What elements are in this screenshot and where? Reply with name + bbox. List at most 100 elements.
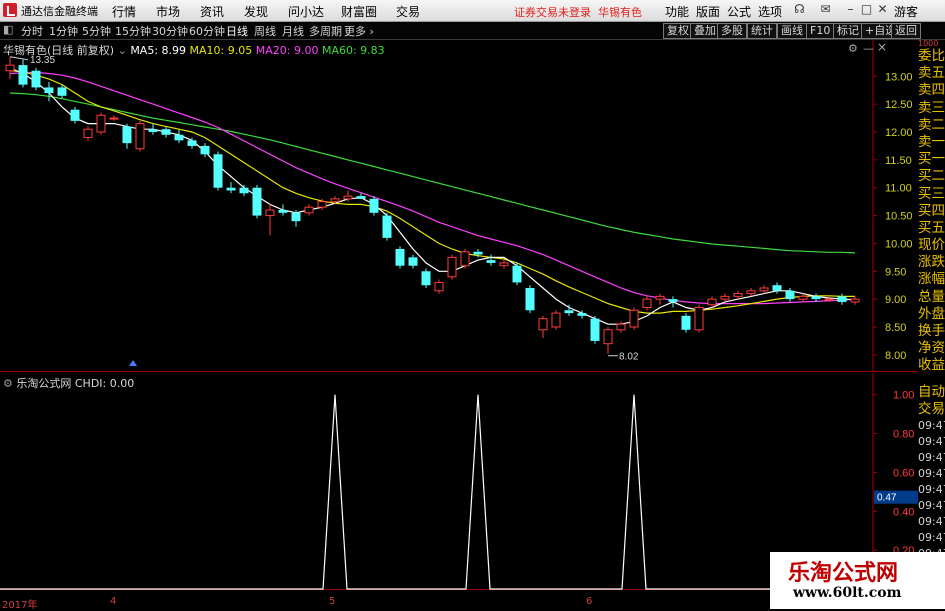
candle-body — [733, 293, 743, 297]
period-weekly[interactable]: 周线 — [254, 23, 276, 39]
period-30min[interactable]: 30分钟 — [152, 23, 188, 39]
multi-stock-button[interactable]: 多股 — [717, 23, 747, 39]
candle-body — [31, 70, 41, 88]
candle-body — [291, 212, 301, 222]
tick-time: 09:47 — [918, 467, 945, 481]
period-toolbar: ◧ 分时 1分钟 5分钟 15分钟 30分钟 60分钟 日线 周线 月线 多周期… — [0, 22, 945, 40]
indicator-legend: ⚙ 乐淘公式网 CHDI: 0.00 — [3, 375, 134, 391]
menu-ask[interactable]: 问小达 — [288, 3, 324, 20]
candle-body — [135, 123, 145, 150]
chart-minimize-icon[interactable]: — — [863, 42, 874, 55]
mail-icon[interactable]: ✉ — [818, 2, 833, 17]
period-multi[interactable]: 多周期 — [309, 23, 342, 39]
f10-button[interactable]: F10 — [806, 23, 835, 39]
indicator-settings-icon[interactable]: ⚙ — [3, 377, 13, 390]
candle-body — [681, 315, 691, 330]
period-tick[interactable]: 分时 — [21, 23, 43, 39]
time-axis: 2017年 4 5 6 — [0, 596, 770, 611]
period-more[interactable]: 更多 › — [344, 23, 374, 39]
auto-trade-label[interactable]: 自动 — [918, 384, 945, 401]
menu-options[interactable]: 选项 — [758, 3, 782, 20]
menu-news[interactable]: 资讯 — [200, 3, 224, 20]
chart-close-icon[interactable]: × — [877, 40, 887, 54]
menu-wealth[interactable]: 财富圈 — [341, 3, 377, 20]
quote-label: 买一 — [918, 151, 945, 168]
period-15min[interactable]: 15分钟 — [115, 23, 151, 39]
candle-body — [278, 210, 288, 213]
candle-body — [174, 134, 184, 141]
tick-time: 09:47 — [918, 515, 945, 529]
overlay-button[interactable]: 叠加 — [690, 23, 720, 39]
draw-button[interactable]: 画线 — [777, 23, 807, 39]
period-60min[interactable]: 60分钟 — [189, 23, 225, 39]
indicator-title: 乐淘公式网 — [16, 377, 72, 390]
quote-label: 卖三 — [918, 99, 945, 116]
period-5min[interactable]: 5分钟 — [82, 23, 111, 39]
candle — [174, 129, 184, 144]
candle — [83, 126, 93, 141]
menu-layout[interactable]: 版面 — [696, 3, 720, 20]
candle — [18, 59, 28, 88]
candle-body — [96, 114, 106, 133]
candle-body — [642, 298, 652, 308]
candle-body — [369, 198, 379, 213]
quote-label: 买五 — [918, 219, 945, 236]
candle-body — [486, 260, 496, 263]
candle-body — [239, 187, 249, 194]
stats-button[interactable]: 统计 — [747, 23, 777, 39]
candle-body — [187, 140, 197, 146]
candle — [395, 246, 405, 269]
menu-formula[interactable]: 公式 — [727, 3, 751, 20]
candle-body — [564, 310, 574, 314]
candle — [109, 115, 119, 121]
guest-user[interactable]: 游客 — [894, 3, 918, 20]
candle — [135, 120, 145, 152]
maximize-icon[interactable]: □ — [859, 2, 874, 17]
legend-ma60: MA60: 9.83 — [321, 44, 385, 57]
candle — [434, 279, 444, 294]
candle — [798, 293, 808, 302]
candle — [213, 151, 223, 191]
candle-body — [200, 145, 210, 155]
trade-login-status[interactable]: 证券交易未登录 华锡有色 — [514, 4, 642, 20]
adjust-button[interactable]: 复权 — [663, 23, 693, 39]
tick-time: 09:47 — [918, 435, 945, 449]
chart-settings-icon[interactable]: ⚙ — [848, 42, 858, 55]
menu-discover[interactable]: 发现 — [244, 3, 268, 20]
candle-body — [551, 312, 561, 328]
chart-title: 华锡有色(日线 前复权) — [3, 44, 115, 57]
tick-time: 09:47 — [918, 499, 945, 513]
candle-body — [330, 198, 340, 203]
candle-body — [317, 201, 327, 208]
candle — [460, 249, 470, 269]
menu-functions[interactable]: 功能 — [665, 3, 689, 20]
legend-ma10: MA10: 9.05 — [189, 44, 253, 57]
trade-label[interactable]: 交易 — [918, 401, 945, 418]
event-marker-icon — [129, 360, 137, 366]
menu-quotes[interactable]: 行情 — [112, 3, 136, 20]
candle — [694, 304, 704, 333]
legend-toggle-icon[interactable]: ⌄ — [118, 44, 127, 57]
watermark-url: www.60lt.com — [793, 585, 902, 601]
mark-button[interactable]: 标记 — [833, 23, 863, 39]
headset-icon[interactable]: ☊ — [792, 2, 807, 17]
toolbar-toggle-icon[interactable]: ◧ — [3, 23, 13, 36]
ma60-line — [9, 92, 856, 254]
indicator-value: CHDI: 0.00 — [74, 377, 135, 390]
legend-ma5: MA5: 8.99 — [130, 44, 187, 57]
candle-body — [499, 262, 509, 267]
close-icon[interactable]: ✕ — [875, 2, 890, 17]
menu-market[interactable]: 市场 — [156, 3, 180, 20]
candle-body — [577, 313, 587, 316]
back-button[interactable]: 返回 — [891, 23, 921, 39]
price-tick-label: 11.00 — [885, 183, 912, 195]
period-daily[interactable]: 日线 — [226, 23, 248, 39]
period-1min[interactable]: 1分钟 — [49, 23, 78, 39]
minimize-icon[interactable]: – — [843, 2, 858, 17]
price-tick-label: 10.50 — [885, 211, 913, 223]
menu-trade[interactable]: 交易 — [396, 3, 420, 20]
main-kline-chart[interactable]: 13.00 12.50 12.00 11.50 11.00 10.50 10.00 9.50 9… — [0, 40, 918, 372]
candle — [551, 310, 561, 330]
candle-body — [785, 290, 795, 300]
period-monthly[interactable]: 月线 — [282, 23, 304, 39]
